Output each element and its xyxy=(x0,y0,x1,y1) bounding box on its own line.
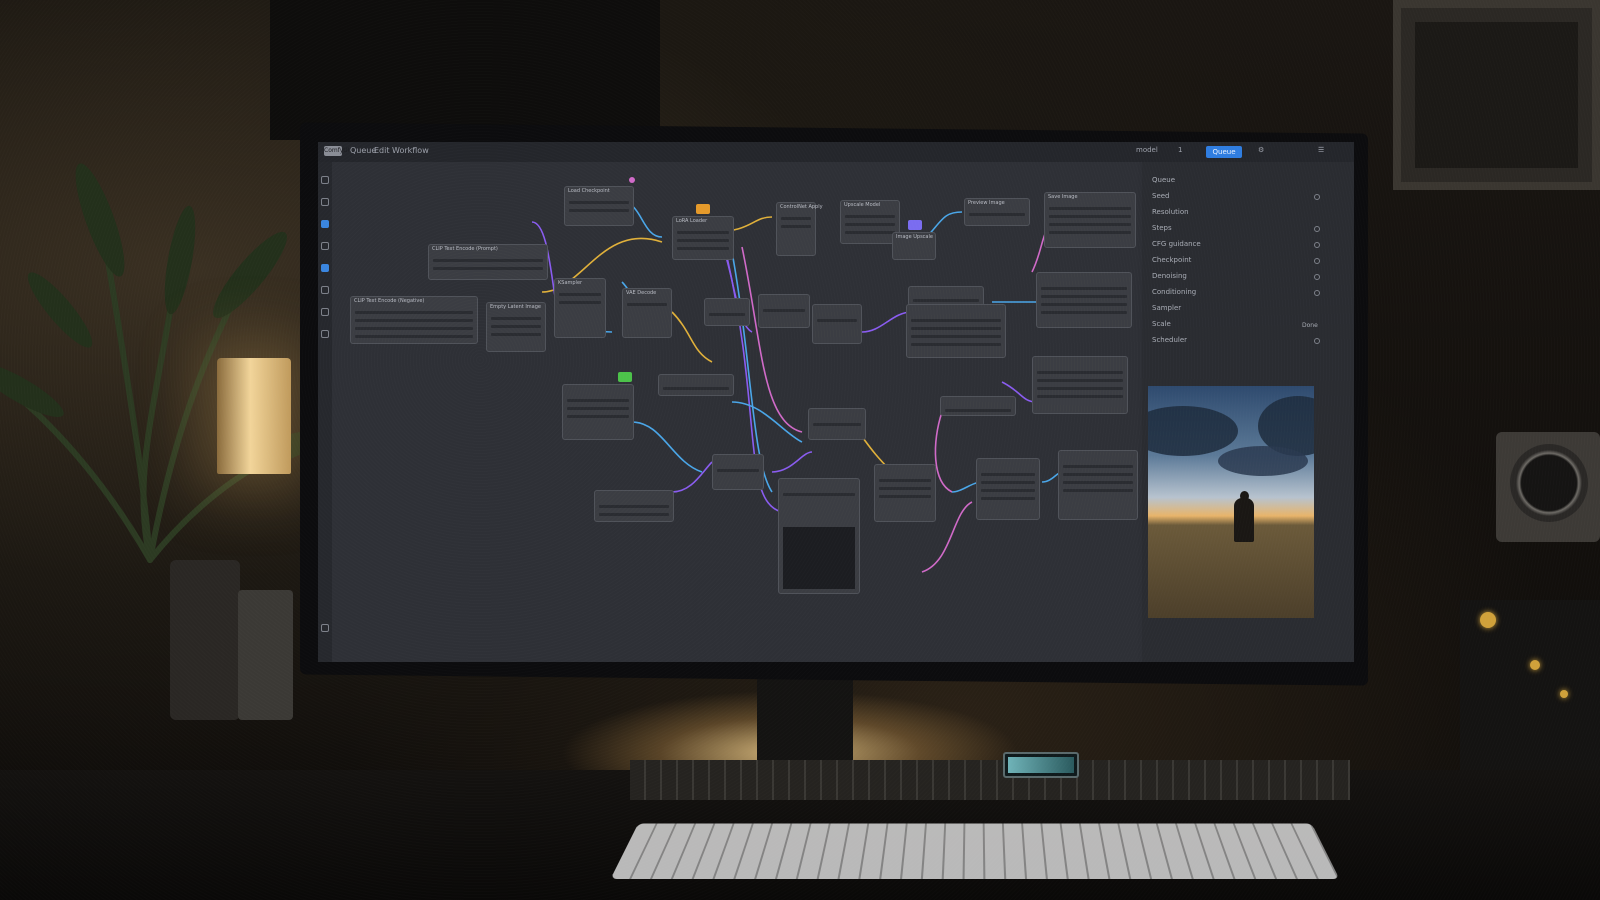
keyboard xyxy=(610,823,1340,879)
model-label[interactable]: model xyxy=(1136,146,1158,154)
workflows-icon[interactable] xyxy=(321,242,329,250)
queue-run-button[interactable]: Queue xyxy=(1206,146,1242,158)
node-generic[interactable] xyxy=(808,408,866,440)
node-preview-image[interactable]: Preview Image xyxy=(964,198,1030,226)
node-empty-latent-image[interactable]: Empty Latent Image xyxy=(486,302,546,352)
node-wires xyxy=(531,177,1063,573)
node-generic[interactable] xyxy=(874,464,936,522)
mixer-controls xyxy=(630,760,1350,800)
templates-icon[interactable] xyxy=(321,264,329,272)
node-graph-canvas[interactable]: Load Checkpoint CLIP Text Encode (Prompt… xyxy=(332,162,1138,662)
menu-icon[interactable]: ☰ xyxy=(1318,146,1324,154)
plant xyxy=(0,163,300,563)
queue-icon[interactable] xyxy=(321,176,329,184)
panel-item-scheduler[interactable]: Scheduler xyxy=(1152,336,1187,344)
speaker-left xyxy=(170,560,240,720)
toggle-icon[interactable] xyxy=(1314,226,1320,232)
window-dark xyxy=(270,0,660,140)
audio-rack xyxy=(1460,600,1600,780)
node-controlnet-apply[interactable]: ControlNet Apply xyxy=(776,202,823,256)
images-icon[interactable] xyxy=(321,286,329,294)
node-generic[interactable] xyxy=(812,304,862,344)
node-generic[interactable] xyxy=(940,396,1016,416)
model-library-icon[interactable] xyxy=(321,220,329,228)
node-generic[interactable] xyxy=(1036,272,1132,328)
node-generic[interactable] xyxy=(658,374,734,396)
badge-violet xyxy=(908,220,922,230)
panel-item-seed[interactable]: Seed xyxy=(1152,192,1170,200)
node-generic[interactable] xyxy=(562,384,634,440)
settings-icon[interactable] xyxy=(321,624,329,632)
badge-orange xyxy=(696,204,710,214)
panel-item-cfg[interactable]: CFG guidance xyxy=(1152,240,1201,248)
node-generic[interactable] xyxy=(758,294,810,328)
small-device-screen xyxy=(1003,752,1079,778)
queue-count: 1 xyxy=(1178,146,1183,154)
panel-item-queue[interactable]: Queue xyxy=(1152,176,1175,184)
bottle xyxy=(238,590,293,720)
speaker-right xyxy=(1496,432,1600,542)
toggle-icon[interactable] xyxy=(1314,258,1320,264)
panel-value-done: Done xyxy=(1302,322,1318,329)
menu-queue[interactable]: Queue xyxy=(350,146,376,155)
panel-item-resolution[interactable]: Resolution xyxy=(1152,208,1189,216)
menu-workflow[interactable]: Workflow xyxy=(392,146,429,155)
history-icon[interactable] xyxy=(321,308,329,316)
node-image-upscale[interactable]: Image Upscale xyxy=(892,232,936,260)
node-generic[interactable] xyxy=(908,286,984,306)
output-preview-image[interactable] xyxy=(1148,386,1314,618)
monitor-screen: ComfyUI Queue Edit Workflow model 1 Queu… xyxy=(318,142,1354,662)
node-library-icon[interactable] xyxy=(321,198,329,206)
panel-item-scale[interactable]: Scale xyxy=(1152,320,1171,328)
node-ksampler[interactable]: KSampler xyxy=(554,278,606,338)
node-generic[interactable] xyxy=(594,490,674,522)
node-preview-output[interactable] xyxy=(778,478,860,594)
menu-edit[interactable]: Edit xyxy=(374,146,390,155)
node-clip-text-encode-negative[interactable]: CLIP Text Encode (Negative) xyxy=(350,296,478,344)
node-generic[interactable] xyxy=(976,458,1040,520)
settings-icon[interactable]: ⚙ xyxy=(1258,146,1264,154)
left-sidebar xyxy=(318,162,332,662)
panel-item-conditioning[interactable]: Conditioning xyxy=(1152,288,1196,296)
node-generic[interactable] xyxy=(1032,356,1128,414)
node-clip-text-encode-positive[interactable]: CLIP Text Encode (Prompt) xyxy=(428,244,548,280)
panel-item-checkpoint[interactable]: Checkpoint xyxy=(1152,256,1191,264)
top-menu-bar: ComfyUI Queue Edit Workflow model 1 Queu… xyxy=(318,142,1354,162)
node-generic[interactable] xyxy=(704,298,750,326)
app-logo[interactable]: ComfyUI xyxy=(324,146,349,156)
node-load-checkpoint[interactable]: Load Checkpoint xyxy=(564,186,634,226)
node-generic[interactable] xyxy=(712,454,764,490)
panel-item-sampler[interactable]: Sampler xyxy=(1152,304,1181,312)
node-lora-loader[interactable]: LoRA Loader xyxy=(672,216,734,260)
panel-item-steps[interactable]: Steps xyxy=(1152,224,1172,232)
properties-panel: Queue Seed Resolution Steps CFG guidance… xyxy=(1142,162,1354,662)
person-silhouette-body xyxy=(1234,498,1254,542)
wall-picture-frame xyxy=(1393,0,1600,190)
toggle-icon[interactable] xyxy=(1314,338,1320,344)
panel-item-denoising[interactable]: Denoising xyxy=(1152,272,1187,280)
node-upscale-model[interactable]: Upscale Model xyxy=(840,200,900,244)
toggle-icon[interactable] xyxy=(1314,274,1320,280)
desk-lamp xyxy=(217,358,291,474)
node-generic[interactable] xyxy=(1058,450,1138,520)
node-generic[interactable] xyxy=(906,304,1006,358)
node-save-image[interactable]: Save Image xyxy=(1044,192,1136,248)
node-vae-decode[interactable]: VAE Decode xyxy=(622,288,672,338)
toggle-icon[interactable] xyxy=(1314,194,1320,200)
toggle-icon[interactable] xyxy=(1314,242,1320,248)
toggle-icon[interactable] xyxy=(1314,290,1320,296)
badge-green xyxy=(618,372,632,382)
extensions-icon[interactable] xyxy=(321,330,329,338)
